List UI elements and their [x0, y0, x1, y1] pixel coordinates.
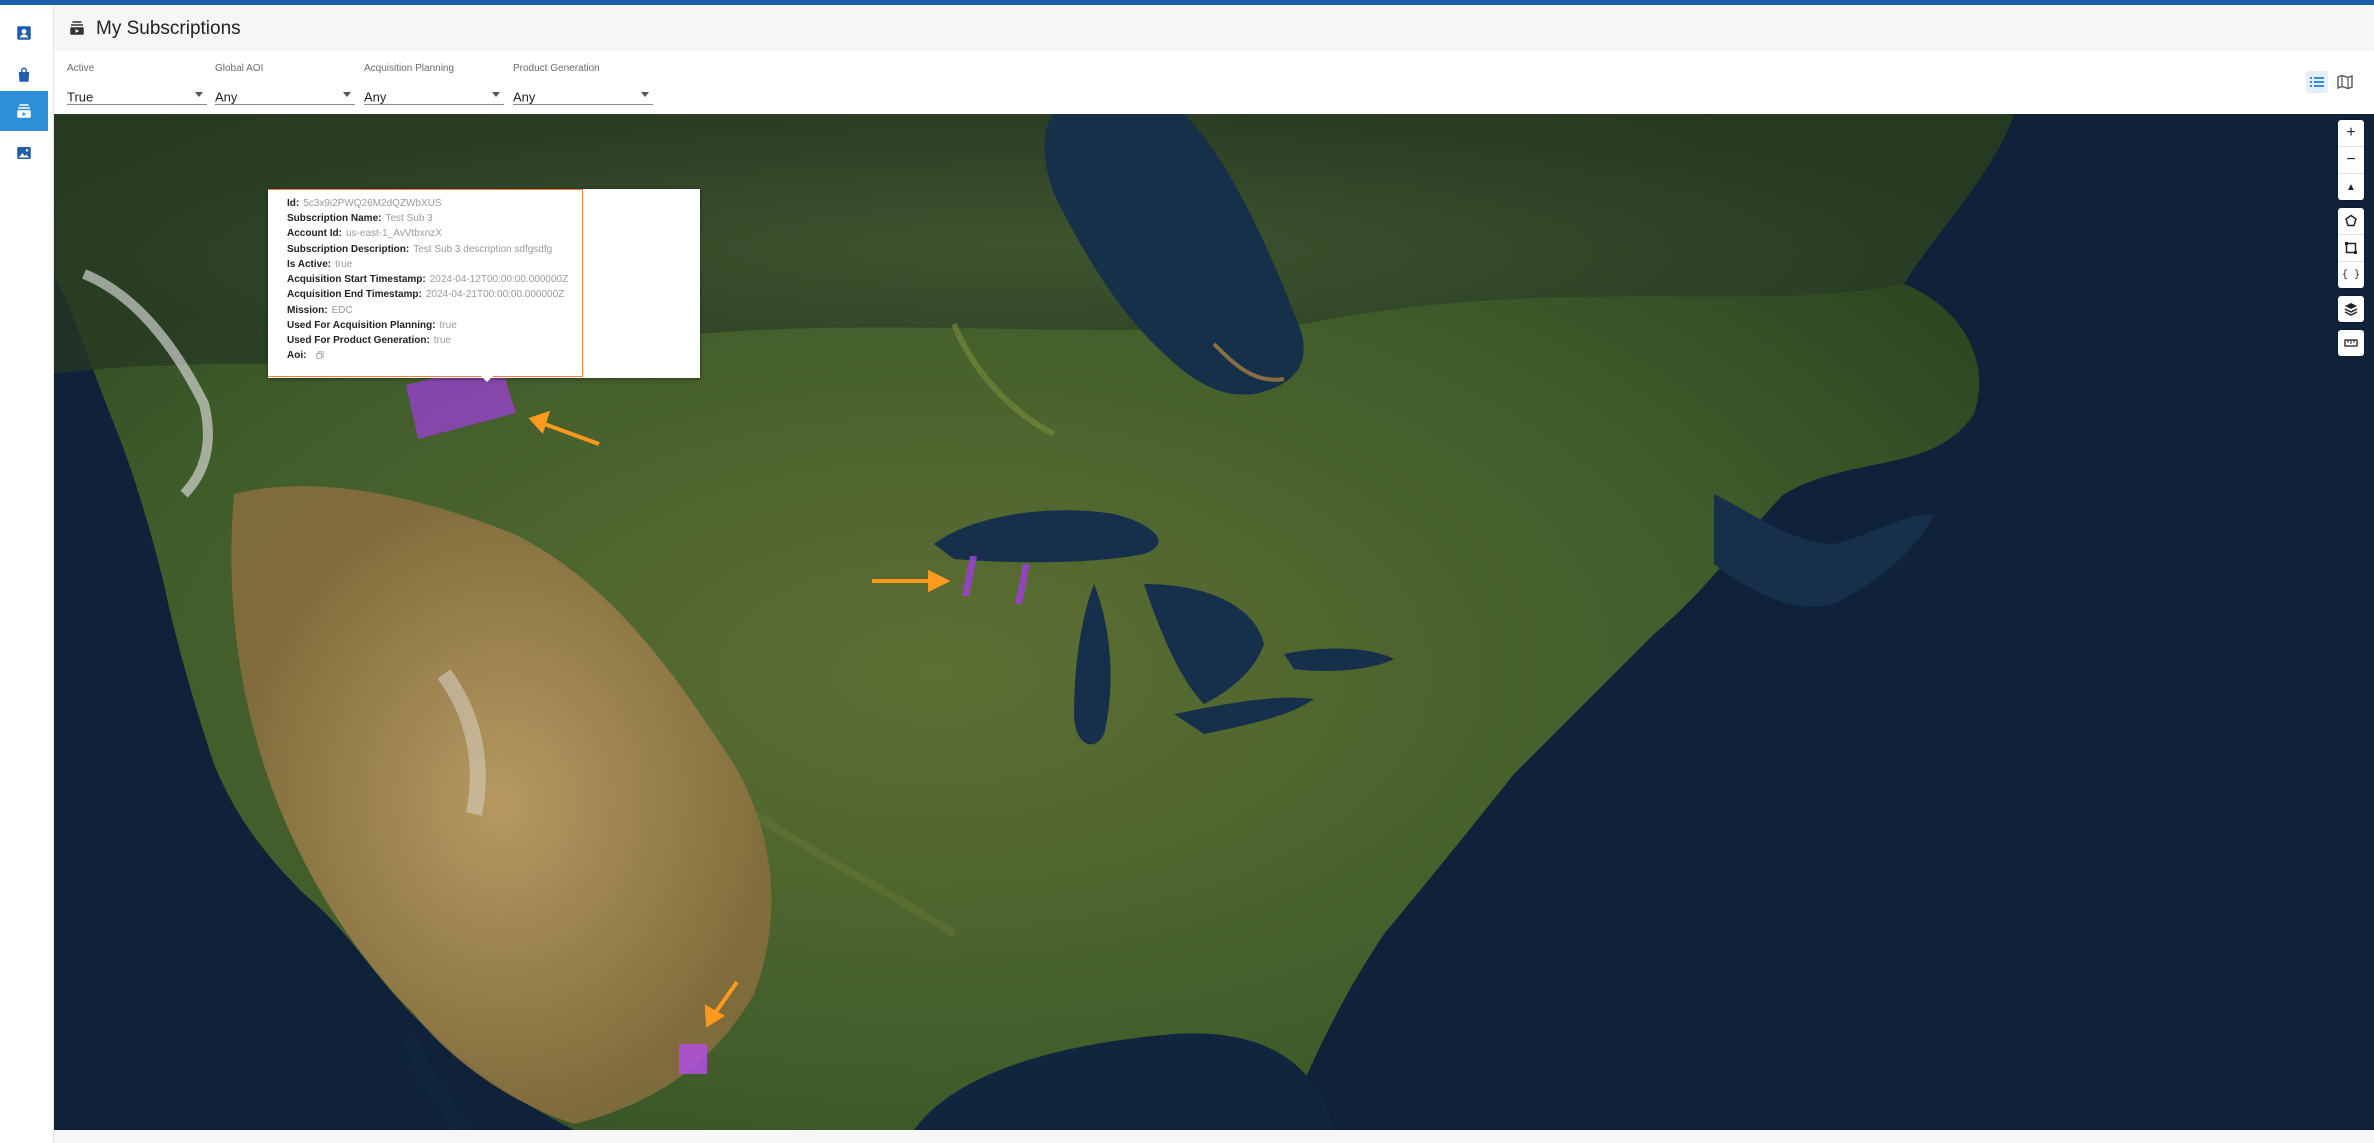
popup-field-id: Id: 5c3x9i2PWQ26M2dQZWbXUS [287, 198, 442, 209]
reset-north-button[interactable]: ▲ [2338, 174, 2364, 200]
chevron-down-icon [343, 92, 351, 97]
popup-tip [481, 376, 493, 382]
filter-value: Any [215, 89, 238, 105]
copy-icon[interactable] [316, 351, 324, 359]
popup-field-start: Acquisition Start Timestamp: 2024-04-12T0… [287, 274, 569, 285]
page-title: My Subscriptions [96, 18, 241, 39]
polygon-icon [2345, 214, 2357, 227]
filter-label: Product Generation [513, 63, 600, 74]
popup-field-account: Account Id: us-east-1_AvVtbxnzX [287, 228, 442, 239]
map-view-icon [2337, 74, 2353, 90]
zoom-in-button[interactable]: + [2338, 120, 2364, 147]
image-icon [17, 147, 31, 159]
filter-value: Any [513, 89, 536, 105]
filter-product-generation-select[interactable]: Product Generation Any [513, 63, 653, 105]
filter-underline [513, 104, 653, 105]
chevron-down-icon [641, 92, 649, 97]
popup-field-mission: Mission: EDC [287, 305, 353, 316]
filter-label: Acquisition Planning [364, 63, 455, 74]
filter-value: Any [364, 89, 387, 105]
filter-acquisition-planning-select[interactable]: Acquisition Planning Any [364, 63, 504, 105]
sidebar-item-orders[interactable] [0, 55, 48, 95]
account-icon [17, 26, 31, 40]
layers-control-group [2338, 296, 2364, 322]
rectangle-icon [2345, 242, 2357, 254]
draw-polygon-button[interactable] [2338, 208, 2364, 235]
subscriptions-icon [70, 21, 84, 35]
filter-label: Global AOI [215, 63, 264, 74]
page-header: My Subscriptions [54, 5, 2374, 51]
popup-field-product-gen: Used For Product Generation: true [287, 335, 452, 346]
geojson-button[interactable]: { } [2338, 262, 2364, 288]
sidebar-item-account[interactable] [0, 13, 48, 53]
chevron-down-icon [195, 92, 203, 97]
filter-bar: Active True Global AOI Any Acquisition P… [54, 51, 2374, 114]
zoom-control-group: + − ▲ [2338, 120, 2364, 200]
filter-underline [215, 104, 355, 105]
popup-field-description: Subscription Description: Test Sub 3 desc… [287, 244, 553, 255]
subscriptions-icon [17, 104, 31, 118]
popup-field-active: Is Active: true [287, 259, 353, 270]
measure-control-group [2338, 330, 2364, 356]
sidebar [0, 5, 54, 1143]
zoom-out-button[interactable]: − [2338, 147, 2364, 174]
subscription-popup: Id: 5c3x9i2PWQ26M2dQZWbXUS Subscription N… [268, 189, 700, 382]
map-view-toggle[interactable] [2334, 71, 2356, 93]
chevron-down-icon [492, 92, 500, 97]
popup-field-end: Acquisition End Timestamp: 2024-04-21T00:… [287, 289, 565, 300]
draw-control-group: { } [2338, 208, 2364, 288]
popup-field-aoi: Aoi: [287, 349, 324, 362]
popup-field-acq-planning: Used For Acquisition Planning: true [287, 320, 457, 331]
sidebar-item-imagery[interactable] [0, 133, 48, 173]
filter-active-select[interactable]: Active True [67, 63, 207, 105]
map-controls: + − ▲ { } [2338, 120, 2364, 364]
footer-strip [54, 1130, 2374, 1143]
map-view[interactable]: + − ▲ { } Id: 5c3x9i2PWQ26M2dQZWbXUS Sub… [54, 114, 2374, 1130]
aoi-polygon[interactable] [679, 1044, 707, 1074]
layers-button[interactable] [2338, 296, 2364, 322]
list-view-toggle[interactable] [2306, 71, 2328, 93]
draw-rectangle-button[interactable] [2338, 235, 2364, 262]
ruler-icon [2344, 339, 2358, 347]
filter-underline [364, 104, 504, 105]
filter-underline [67, 104, 207, 105]
measure-button[interactable] [2338, 330, 2364, 356]
popup-field-name: Subscription Name: Test Sub 3 [287, 213, 433, 224]
shopping-bag-icon [18, 67, 30, 82]
sidebar-item-subscriptions[interactable] [0, 91, 48, 131]
filter-label: Active [67, 63, 95, 74]
filter-value: True [67, 89, 94, 105]
list-view-icon [2310, 77, 2324, 87]
layers-icon [2344, 303, 2358, 316]
filter-global-aoi-select[interactable]: Global AOI Any [215, 63, 355, 105]
popup-content: Id: 5c3x9i2PWQ26M2dQZWbXUS Subscription N… [268, 189, 583, 377]
